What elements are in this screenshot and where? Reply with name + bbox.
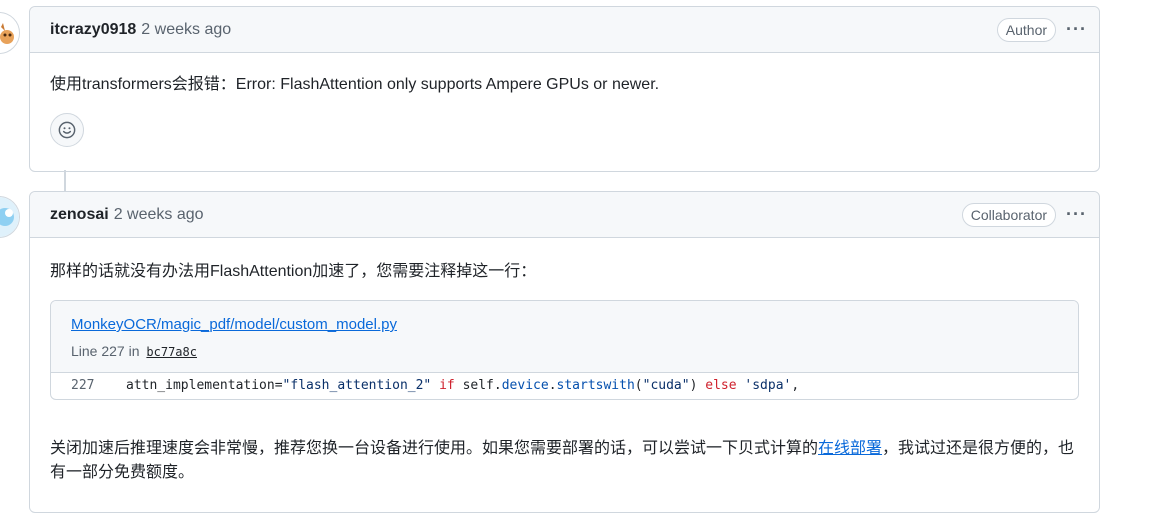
code-token: self. [462,378,502,393]
comment-author[interactable]: itcrazy0918 [50,21,136,39]
code-token: "flash_attention_2" [282,378,432,393]
comment-text: 使用transformers会报错：Error: FlashAttention … [50,76,660,93]
comment-header: zenosai 2 weeks ago Collaborator ··· [30,192,1099,238]
comment-timestamp[interactable]: 2 weeks ago [141,21,231,39]
code-token: if [431,378,463,393]
commit-sha-link[interactable]: bc77a8c [146,345,197,359]
code-token: ( [634,378,643,393]
online-deploy-link[interactable]: 在线部署 [818,440,882,457]
comment-header: itcrazy0918 2 weeks ago Author ··· [30,7,1099,53]
code-token: device [501,378,549,393]
kebab-horizontal-icon[interactable]: ··· [1066,19,1087,40]
code-card-header: MonkeyOCR/magic_pdf/model/custom_model.p… [51,301,1078,373]
paragraph-text: 关闭加速后推理速度会非常慢，推荐您换一台设备进行使用。如果您需要部署的话，可以尝… [50,440,819,457]
avatar-itcrazy0918[interactable] [0,12,20,54]
code-token: startswith [556,378,635,393]
code-token: ) [689,378,706,393]
avatar-zenosai[interactable] [0,196,20,238]
line-number[interactable]: 227 [51,374,126,398]
comment-body: 使用transformers会报错：Error: FlashAttention … [30,53,1099,147]
comment-paragraph: 关闭加速后推理速度会非常慢，推荐您换一台设备进行使用。如果您需要部署的话，可以尝… [50,437,1079,485]
comment-itcrazy0918: itcrazy0918 2 weeks ago Author ··· 使用tra… [29,6,1100,172]
code-token: "cuda" [642,378,690,393]
code-token: . [548,378,557,393]
file-path-link[interactable]: MonkeyOCR/magic_pdf/model/custom_model.p… [71,316,397,333]
comment-author[interactable]: zenosai [50,206,109,224]
code-token: 'sdpa' [744,378,792,393]
code-permalink-card: MonkeyOCR/magic_pdf/model/custom_model.p… [50,300,1079,400]
line-label: Line 227 in [71,343,140,359]
add-reaction-button[interactable] [50,113,84,147]
code-line: 227 attn_implementation="flash_attention… [51,373,1078,399]
comment-body: 那样的话就没有办法用FlashAttention加速了，您需要注释掉这一行： M… [30,238,1099,485]
comment-zenosai: zenosai 2 weeks ago Collaborator ··· 那样的… [29,191,1100,513]
collaborator-badge: Collaborator [961,202,1057,227]
line-info: Line 227 in bc77a8c [71,339,1058,364]
smiley-icon [58,121,76,139]
author-badge: Author [996,17,1057,42]
comment-timestamp[interactable]: 2 weeks ago [114,206,204,224]
comment-intro-text: 那样的话就没有办法用FlashAttention加速了，您需要注释掉这一行： [50,263,537,280]
code-token: attn_implementation= [126,378,283,393]
code-content: attn_implementation="flash_attention_2" … [126,374,799,398]
code-token: , [791,378,800,393]
code-token: else [705,378,737,393]
timeline-connector [64,170,66,191]
kebab-horizontal-icon[interactable]: ··· [1066,204,1087,225]
